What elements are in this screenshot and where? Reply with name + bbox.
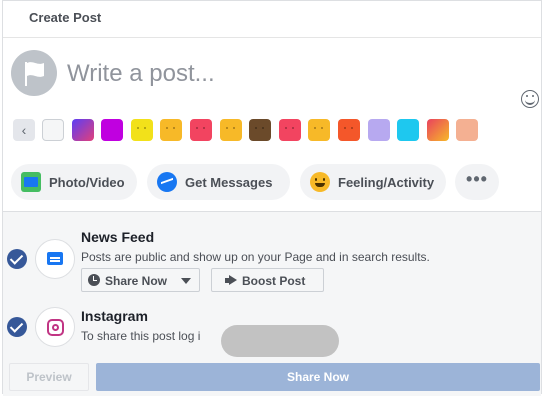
instagram-icon [35,307,75,347]
redacted-area [221,325,339,357]
background-swatch[interactable] [160,119,183,141]
instagram-checkbox[interactable] [7,317,27,337]
get-messages-label: Get Messages [185,175,273,190]
photo-video-label: Photo/Video [49,175,125,190]
news-feed-glyph [47,252,63,265]
background-swatch[interactable] [190,119,212,141]
background-swatch[interactable] [249,119,272,141]
instagram-title: Instagram [81,308,148,324]
background-swatch[interactable] [278,119,301,141]
background-swatch[interactable] [130,119,153,141]
background-picker: ‹ [9,119,509,143]
photo-video-button[interactable]: Photo/Video [11,164,137,200]
messenger-icon [157,172,177,192]
background-swatch[interactable] [426,119,449,141]
background-swatch[interactable] [367,119,390,141]
photo-icon [21,172,41,192]
news-feed-title: News Feed [81,229,155,245]
feeling-activity-button[interactable]: Feeling/Activity [300,164,446,200]
background-swatch[interactable] [101,119,124,141]
background-swatch[interactable] [338,119,360,141]
share-now-dropdown[interactable]: Share Now [81,268,200,292]
instagram-glyph [47,319,64,336]
flag-icon [25,62,44,86]
create-post-panel: Create Post Write a post... ‹ Photo/Vide… [2,0,542,396]
background-swatch[interactable] [42,119,64,141]
smiley-icon[interactable] [521,90,539,108]
caret-down-icon [181,278,191,284]
clock-icon [88,274,100,286]
background-prev-button[interactable]: ‹ [13,119,35,141]
background-swatch[interactable] [456,119,479,141]
boost-post-button[interactable]: Boost Post [211,268,324,292]
news-feed-description: Posts are public and show up on your Pag… [81,250,430,264]
destination-news-feed: News Feed Posts are public and show up o… [3,212,541,302]
background-swatch[interactable] [71,119,94,141]
share-now-button[interactable]: Share Now [96,363,540,391]
news-feed-icon [35,239,75,279]
more-dots-icon: ••• [466,169,488,189]
panel-header: Create Post [3,1,541,38]
get-messages-button[interactable]: Get Messages [147,164,290,200]
background-swatch[interactable] [219,119,242,141]
smiley-icon [310,172,330,192]
news-feed-checkbox[interactable] [7,249,27,269]
share-destinations: News Feed Posts are public and show up o… [3,211,541,396]
instagram-description: To share this post log i [81,329,201,343]
megaphone-icon [225,275,237,285]
boost-post-label: Boost Post [242,274,306,288]
more-options-button[interactable]: ••• [455,164,499,200]
page-avatar [11,50,57,96]
share-now-dropdown-label: Share Now [105,274,168,288]
preview-button[interactable]: Preview [9,363,89,391]
post-actions: Photo/Video Get Messages Feeling/Activit… [3,164,541,204]
panel-title: Create Post [29,10,102,25]
background-swatch[interactable] [397,119,420,141]
feeling-activity-label: Feeling/Activity [338,175,435,190]
background-swatch[interactable] [308,119,331,141]
post-composer-input[interactable]: Write a post... [67,60,215,88]
